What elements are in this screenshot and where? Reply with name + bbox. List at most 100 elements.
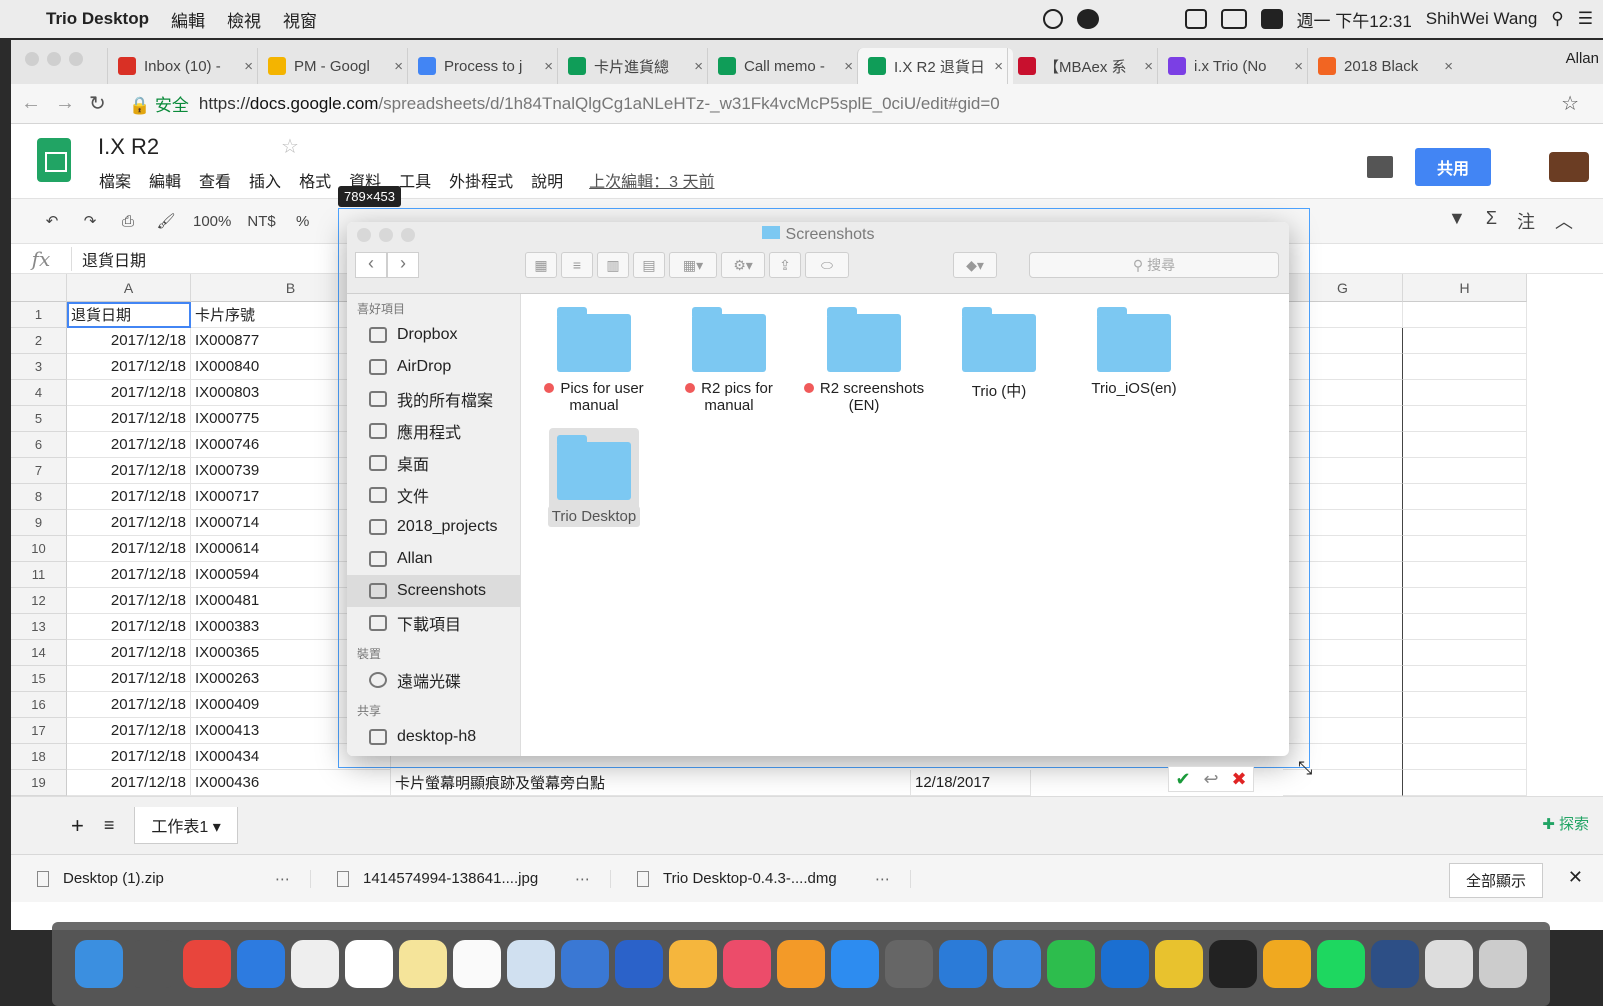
share-button[interactable]: 共用 — [1415, 148, 1491, 186]
row-header[interactable]: 8 — [11, 484, 67, 510]
sidebar-item[interactable]: 2018_projects — [347, 511, 520, 543]
dock-app-icon[interactable] — [183, 940, 231, 988]
column-header[interactable]: A — [67, 274, 191, 302]
avatar[interactable] — [1549, 152, 1589, 182]
cell[interactable] — [1403, 328, 1527, 354]
cancel-x-icon[interactable]: ✖ — [1231, 769, 1246, 790]
dock-app-icon[interactable] — [993, 940, 1041, 988]
zoom-select[interactable]: 100% — [193, 213, 231, 230]
functions-icon[interactable]: Σ — [1486, 208, 1497, 234]
dock-app-icon[interactable] — [129, 940, 177, 988]
currency-format[interactable]: NT$ — [247, 213, 275, 230]
tab-close-icon[interactable]: × — [694, 58, 703, 75]
dock-app-icon[interactable] — [1317, 940, 1365, 988]
cell[interactable]: 2017/12/18 — [67, 328, 191, 354]
row-header[interactable]: 4 — [11, 380, 67, 406]
row-header[interactable]: 12 — [11, 588, 67, 614]
forward-icon[interactable]: → — [55, 92, 89, 115]
dock-app-icon[interactable] — [237, 940, 285, 988]
menu-insert[interactable]: 插入 — [249, 168, 281, 192]
cell[interactable]: 2017/12/18 — [67, 562, 191, 588]
formula-input[interactable]: 退貨日期 — [71, 246, 146, 271]
row-header[interactable]: 17 — [11, 718, 67, 744]
row-header[interactable]: 2 — [11, 328, 67, 354]
cell[interactable]: 2017/12/18 — [67, 692, 191, 718]
row-header[interactable]: 5 — [11, 406, 67, 432]
row-header[interactable]: 7 — [11, 458, 67, 484]
list-view-icon[interactable]: ≡ — [561, 252, 593, 278]
comments-icon[interactable] — [1367, 156, 1393, 178]
doc-title[interactable]: I.X R2 — [98, 134, 159, 160]
tag-icon[interactable]: ⬭ — [805, 252, 849, 278]
more-icon[interactable]: ⋯ — [875, 870, 890, 888]
cell[interactable] — [1403, 614, 1527, 640]
cell[interactable]: 2017/12/18 — [67, 458, 191, 484]
row-header[interactable]: 11 — [11, 562, 67, 588]
cell[interactable] — [1403, 536, 1527, 562]
close-downloads-icon[interactable]: ✕ — [1568, 867, 1583, 888]
menu-view[interactable]: 檢視 — [227, 7, 261, 32]
cell[interactable] — [1403, 692, 1527, 718]
menu-format[interactable]: 格式 — [299, 168, 331, 192]
dock-app-icon[interactable] — [1101, 940, 1149, 988]
redo-icon[interactable]: ↷ — [79, 212, 101, 230]
sidebar-item[interactable]: 我的所有檔案 — [347, 383, 520, 415]
sidebar-item[interactable]: Screenshots — [347, 575, 520, 607]
dock-app-icon[interactable] — [1263, 940, 1311, 988]
input-method-icon[interactable] — [1260, 9, 1283, 29]
sidebar-item[interactable]: Allan — [347, 543, 520, 575]
notification-center-icon[interactable]: ☰ — [1578, 9, 1593, 29]
cell[interactable] — [1403, 640, 1527, 666]
url-field[interactable]: https://docs.google.com/spreadsheets/d/1… — [199, 94, 1000, 114]
cell[interactable] — [1403, 458, 1527, 484]
cell[interactable]: 2017/12/18 — [67, 432, 191, 458]
dock-app-icon[interactable] — [561, 940, 609, 988]
menu-edit[interactable]: 編輯 — [149, 168, 181, 192]
tab-close-icon[interactable]: × — [394, 58, 403, 75]
menu-view[interactable]: 查看 — [199, 168, 231, 192]
column-view-icon[interactable]: ▥ — [597, 252, 629, 278]
all-sheets-icon[interactable]: ≡ — [104, 815, 115, 836]
row-header[interactable]: 15 — [11, 666, 67, 692]
share-icon[interactable]: ⇪ — [769, 252, 801, 278]
folder-item[interactable]: Pics for user manual — [529, 300, 659, 414]
dock-app-icon[interactable] — [939, 940, 987, 988]
reload-icon[interactable]: ↻ — [89, 91, 123, 116]
finder-back-icon[interactable]: ‹ — [355, 252, 387, 278]
record-icon[interactable] — [1042, 9, 1063, 29]
browser-tab[interactable]: 卡片進貨總 × — [557, 48, 713, 84]
wifi-icon[interactable] — [1149, 9, 1171, 29]
tab-close-icon[interactable]: × — [1144, 58, 1153, 75]
cell[interactable]: 卡片螢幕明顯痕跡及螢幕旁白點 — [391, 770, 911, 796]
input-tools[interactable]: 注 — [1517, 208, 1535, 234]
menu-file[interactable]: 檔案 — [99, 168, 131, 192]
sidebar-item[interactable]: AirDrop — [347, 351, 520, 383]
cell[interactable]: 2017/12/18 — [67, 354, 191, 380]
row-header[interactable]: 6 — [11, 432, 67, 458]
dock-app-icon[interactable] — [291, 940, 339, 988]
cell[interactable] — [1403, 588, 1527, 614]
dock-app-icon[interactable] — [1209, 940, 1257, 988]
cell[interactable]: 2017/12/18 — [67, 406, 191, 432]
resize-handle-icon[interactable]: ⤡ — [1298, 758, 1312, 779]
tab-close-icon[interactable]: × — [844, 58, 853, 75]
sheets-logo-icon[interactable] — [37, 138, 71, 182]
cell[interactable]: IX000436 — [191, 770, 391, 796]
explore-button[interactable]: ✚ 探索 — [1542, 813, 1589, 834]
menu-app-name[interactable]: Trio Desktop — [46, 9, 149, 29]
finder-forward-icon[interactable]: › — [387, 252, 419, 278]
doc-star-icon[interactable]: ☆ — [281, 134, 299, 159]
folder-item[interactable]: Trio (中) — [934, 300, 1064, 401]
folder-item[interactable]: Trio Desktop — [529, 428, 659, 527]
cell[interactable]: 2017/12/18 — [67, 614, 191, 640]
row-header[interactable]: 18 — [11, 744, 67, 770]
dock-app-icon[interactable] — [1425, 940, 1473, 988]
percent-format[interactable]: % — [292, 213, 314, 230]
browser-tab[interactable]: PM - Googl × — [257, 48, 413, 84]
icon-view-icon[interactable]: ▦ — [525, 252, 557, 278]
cell[interactable] — [1403, 510, 1527, 536]
cell[interactable]: 2017/12/18 — [67, 770, 191, 796]
profile-name[interactable]: Allan — [1566, 50, 1599, 67]
dock-app-icon[interactable] — [75, 940, 123, 988]
dock-app-icon[interactable] — [723, 940, 771, 988]
